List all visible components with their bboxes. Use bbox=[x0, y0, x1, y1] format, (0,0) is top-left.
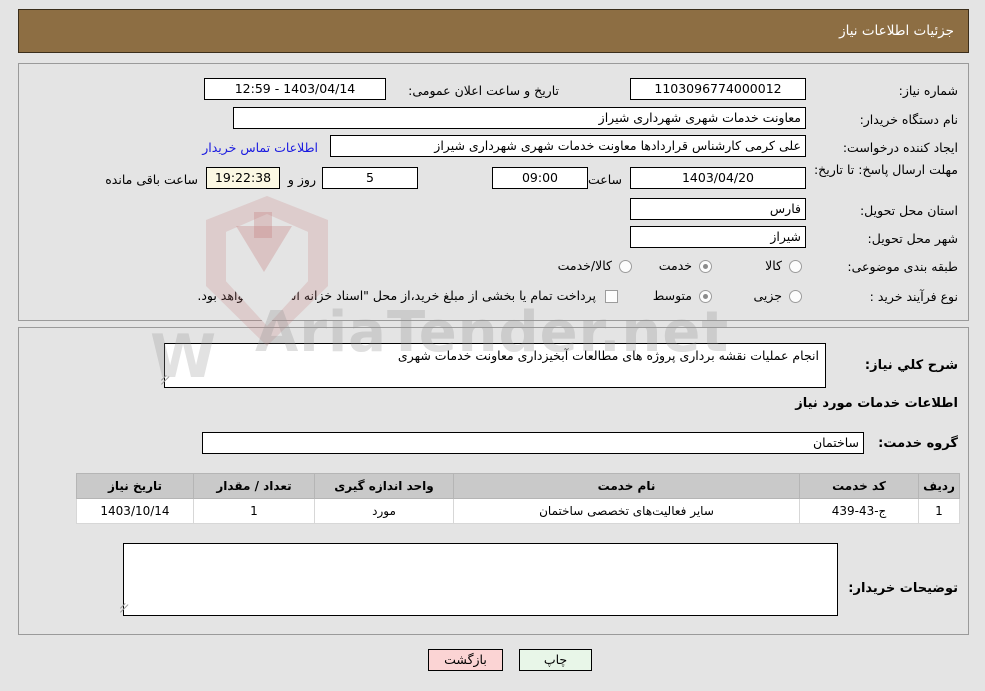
category-label-kala-khedmat: کالا/خدمت bbox=[557, 258, 612, 273]
announce-datetime-value: 1403/04/14 - 12:59 bbox=[204, 78, 386, 100]
page-header-bar: جزئیات اطلاعات نیاز bbox=[18, 9, 969, 53]
deadline-date-value: 1403/04/20 bbox=[630, 167, 806, 189]
process-label-jozi: جزیی bbox=[753, 288, 782, 303]
cell-qty: 1 bbox=[193, 498, 315, 524]
buyer-org-label: نام دستگاه خریدار: bbox=[859, 112, 958, 127]
services-table: ردیف کد خدمت نام خدمت واحد اندازه گیری ت… bbox=[76, 473, 960, 524]
requester-value: علی کرمی کارشناس قراردادها معاونت خدمات … bbox=[330, 135, 806, 157]
category-label-kala: کالا bbox=[765, 258, 782, 273]
deadline-label: مهلت ارسال پاسخ: تا تاریخ: bbox=[813, 162, 958, 177]
buyer-org-value: معاونت خدمات شهری شهرداری شیراز bbox=[233, 107, 806, 129]
process-label: نوع فرآیند خرید : bbox=[869, 289, 958, 304]
process-label-motevaset: متوسط bbox=[652, 288, 692, 303]
back-button[interactable]: بازگشت bbox=[428, 649, 503, 671]
cell-date: 1403/10/14 bbox=[76, 498, 194, 524]
days-label: روز و bbox=[287, 172, 316, 187]
process-radio-motevaset[interactable] bbox=[699, 290, 712, 303]
print-button[interactable]: چاپ bbox=[519, 649, 592, 671]
deadline-time-value: 09:00 bbox=[492, 167, 588, 189]
need-number-label: شماره نیاز: bbox=[898, 83, 958, 98]
category-label: طبقه بندی موضوعی: bbox=[847, 259, 958, 274]
table-header-row: ردیف کد خدمت نام خدمت واحد اندازه گیری ت… bbox=[76, 473, 960, 499]
category-radio-kala-khedmat[interactable] bbox=[619, 260, 632, 273]
remaining-hours-label: ساعت باقی مانده bbox=[105, 172, 198, 187]
need-number-value: 1103096774000012 bbox=[630, 78, 806, 100]
services-section-title: اطلاعات خدمات مورد نیاز bbox=[795, 396, 958, 411]
need-info-panel: شماره نیاز: 1103096774000012 تاریخ و ساع… bbox=[18, 63, 969, 321]
service-group-value: ساختمان bbox=[202, 432, 864, 454]
description-label: شرح کلي نياز: bbox=[864, 358, 958, 373]
city-label: شهر محل تحویل: bbox=[867, 231, 958, 246]
col-unit: واحد اندازه گیری bbox=[314, 473, 454, 499]
category-radio-kala[interactable] bbox=[789, 260, 802, 273]
process-radio-jozi[interactable] bbox=[789, 290, 802, 303]
description-textarea[interactable]: انجام عملیات نقشه برداری پروژه های مطالع… bbox=[164, 343, 826, 388]
remaining-days-value: 5 bbox=[322, 167, 418, 189]
service-group-label: گروه خدمت: bbox=[878, 436, 958, 451]
announce-datetime-label: تاریخ و ساعت اعلان عمومی: bbox=[408, 83, 559, 98]
col-code: کد خدمت bbox=[799, 473, 919, 499]
col-radif: ردیف bbox=[918, 473, 960, 499]
province-label: استان محل تحویل: bbox=[859, 203, 958, 218]
treasury-note-text: پرداخت تمام یا بخشی از مبلغ خرید،از محل … bbox=[197, 288, 596, 303]
deadline-hour-label: ساعت bbox=[587, 172, 622, 187]
treasury-checkbox[interactable] bbox=[605, 290, 618, 303]
table-row: 1 ج-43-439 سایر فعالیت‌های تخصصی ساختمان… bbox=[76, 498, 960, 524]
requester-label: ایجاد کننده درخواست: bbox=[842, 140, 958, 155]
city-value: شیراز bbox=[630, 226, 806, 248]
cell-code: ج-43-439 bbox=[799, 498, 919, 524]
col-name: نام خدمت bbox=[453, 473, 800, 499]
cell-radif: 1 bbox=[918, 498, 960, 524]
buyer-notes-textarea[interactable] bbox=[123, 543, 838, 616]
page-title: جزئیات اطلاعات نیاز bbox=[839, 23, 954, 39]
buyer-notes-label: توضیحات خریدار: bbox=[848, 581, 958, 596]
countdown-value: 19:22:38 bbox=[206, 167, 280, 189]
page-root: W AriaTender.net جزئیات اطلاعات نیاز شما… bbox=[0, 0, 985, 691]
buyer-contact-link[interactable]: اطلاعات تماس خریدار bbox=[202, 140, 318, 155]
category-label-khedmat: خدمت bbox=[658, 258, 692, 273]
cell-unit: مورد bbox=[314, 498, 454, 524]
province-value: فارس bbox=[630, 198, 806, 220]
cell-name: سایر فعالیت‌های تخصصی ساختمان bbox=[453, 498, 800, 524]
need-details-panel: شرح کلي نياز: انجام عملیات نقشه برداری پ… bbox=[18, 327, 969, 635]
category-radio-khedmat[interactable] bbox=[699, 260, 712, 273]
col-qty: تعداد / مقدار bbox=[193, 473, 315, 499]
col-date: تاریخ نیاز bbox=[76, 473, 194, 499]
